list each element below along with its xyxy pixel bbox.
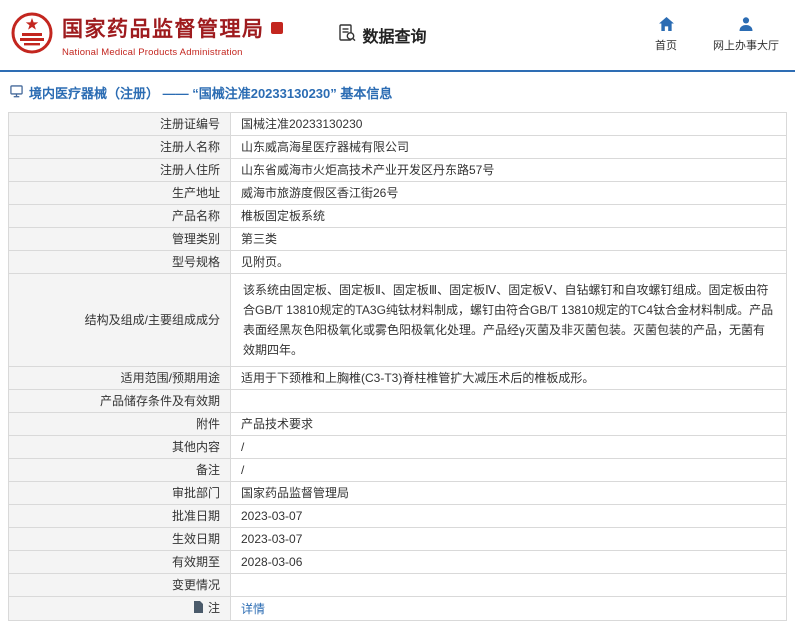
field-label: 备注 [8, 458, 231, 482]
table-row: 型号规格 见附页。 [8, 250, 787, 274]
field-label: 管理类别 [8, 227, 231, 251]
field-label: 注册人名称 [8, 135, 231, 159]
table-row: 注详情 [8, 596, 787, 621]
field-label: 注册证编号 [8, 112, 231, 136]
document-search-icon [337, 23, 357, 48]
table-row: 注册人住所 山东省威海市火炬高技术产业开发区丹东路57号 [8, 158, 787, 182]
field-label: 批准日期 [8, 504, 231, 528]
field-label: 其他内容 [8, 435, 231, 459]
agency-name-cn: 国家药品监督管理局 [62, 17, 265, 41]
field-label: 结构及组成/主要组成成分 [8, 273, 231, 367]
field-value: 2028-03-06 [230, 550, 787, 574]
field-value: 2023-03-07 [230, 504, 787, 528]
table-row: 生效日期 2023-03-07 [8, 527, 787, 551]
agency-name-en: National Medical Products Administration [62, 46, 243, 58]
field-label: 产品储存条件及有效期 [8, 389, 231, 413]
field-label: 附件 [8, 412, 231, 436]
table-row: 结构及组成/主要组成成分 该系统由固定板、固定板Ⅱ、固定板Ⅲ、固定板Ⅳ、固定板Ⅴ、… [8, 273, 787, 367]
field-value: 威海市旅游度假区香江街26号 [230, 181, 787, 205]
table-row: 批准日期 2023-03-07 [8, 504, 787, 528]
page-title: 境内医疗器械（注册） —— “国械注准20233130230” 基本信息 [0, 72, 795, 110]
table-row: 注册人名称 山东威高海星医疗器械有限公司 [8, 135, 787, 159]
nav-data-query[interactable]: 数据查询 [337, 23, 427, 48]
table-row: 审批部门 国家药品监督管理局 [8, 481, 787, 505]
field-value: / [230, 435, 787, 459]
field-label: 注册人住所 [8, 158, 231, 182]
table-row: 适用范围/预期用途 适用于下颈椎和上胸椎(C3-T3)脊柱椎管扩大减压术后的椎板成… [8, 366, 787, 390]
field-value: 国家药品监督管理局 [230, 481, 787, 505]
field-value: 椎板固定板系统 [230, 204, 787, 228]
field-value: 该系统由固定板、固定板Ⅱ、固定板Ⅲ、固定板Ⅳ、固定板Ⅴ、自钻螺钉和自攻螺钉组成。… [230, 273, 787, 367]
field-label: 有效期至 [8, 550, 231, 574]
table-row: 有效期至 2028-03-06 [8, 550, 787, 574]
home-icon [658, 17, 674, 34]
table-row: 注册证编号 国械注准20233130230 [8, 112, 787, 136]
info-table: 注册证编号 国械注准20233130230 注册人名称 山东威高海星医疗器械有限公司注… [8, 112, 787, 621]
person-icon [739, 17, 753, 34]
field-value: 国械注准20233130230 [230, 112, 787, 136]
table-row: 附件 产品技术要求 [8, 412, 787, 436]
seal-icon [270, 21, 283, 34]
nav-home-label: 首页 [655, 40, 677, 52]
field-label: 适用范围/预期用途 [8, 366, 231, 390]
field-value: 产品技术要求 [230, 412, 787, 436]
nav-service-hall-label: 网上办事大厅 [713, 40, 779, 52]
nav-data-query-label: 数据查询 [362, 29, 427, 46]
field-value [230, 389, 787, 413]
table-row: 备注 / [8, 458, 787, 482]
site-header: 国家药品监督管理局 National Medical Products Admi… [0, 0, 795, 70]
nav-right: 首页 网上办事大厅 [655, 17, 779, 53]
table-row: 其他内容 / [8, 435, 787, 459]
field-value: 2023-03-07 [230, 527, 787, 551]
document-icon [10, 84, 23, 101]
field-label: 变更情况 [8, 573, 231, 597]
field-value: / [230, 458, 787, 482]
note-icon [193, 601, 204, 617]
brand: 国家药品监督管理局 National Medical Products Admi… [10, 9, 283, 62]
table-row: 生产地址 威海市旅游度假区香江街26号 [8, 181, 787, 205]
field-value: 详情 [230, 596, 787, 621]
nav-home[interactable]: 首页 [655, 17, 677, 53]
field-value [230, 573, 787, 597]
table-row: 管理类别 第三类 [8, 227, 787, 251]
field-value: 山东威高海星医疗器械有限公司 [230, 135, 787, 159]
field-value: 见附页。 [230, 250, 787, 274]
field-value: 第三类 [230, 227, 787, 251]
field-label: 注 [8, 596, 231, 621]
field-label: 产品名称 [8, 204, 231, 228]
brand-text: 国家药品监督管理局 National Medical Products Admi… [62, 13, 283, 58]
field-value: 适用于下颈椎和上胸椎(C3-T3)脊柱椎管扩大减压术后的椎板成形。 [230, 366, 787, 390]
field-label: 审批部门 [8, 481, 231, 505]
nmpa-emblem-logo [10, 9, 54, 62]
page-title-text: 境内医疗器械（注册） —— “国械注准20233130230” 基本信息 [29, 86, 393, 101]
field-label: 生产地址 [8, 181, 231, 205]
detail-link[interactable]: 详情 [241, 602, 265, 616]
field-value: 山东省威海市火炬高技术产业开发区丹东路57号 [230, 158, 787, 182]
nav-service-hall[interactable]: 网上办事大厅 [713, 17, 779, 53]
field-label: 型号规格 [8, 250, 231, 274]
table-row: 变更情况 [8, 573, 787, 597]
field-label: 生效日期 [8, 527, 231, 551]
table-row: 产品名称 椎板固定板系统 [8, 204, 787, 228]
table-row: 产品储存条件及有效期 [8, 389, 787, 413]
